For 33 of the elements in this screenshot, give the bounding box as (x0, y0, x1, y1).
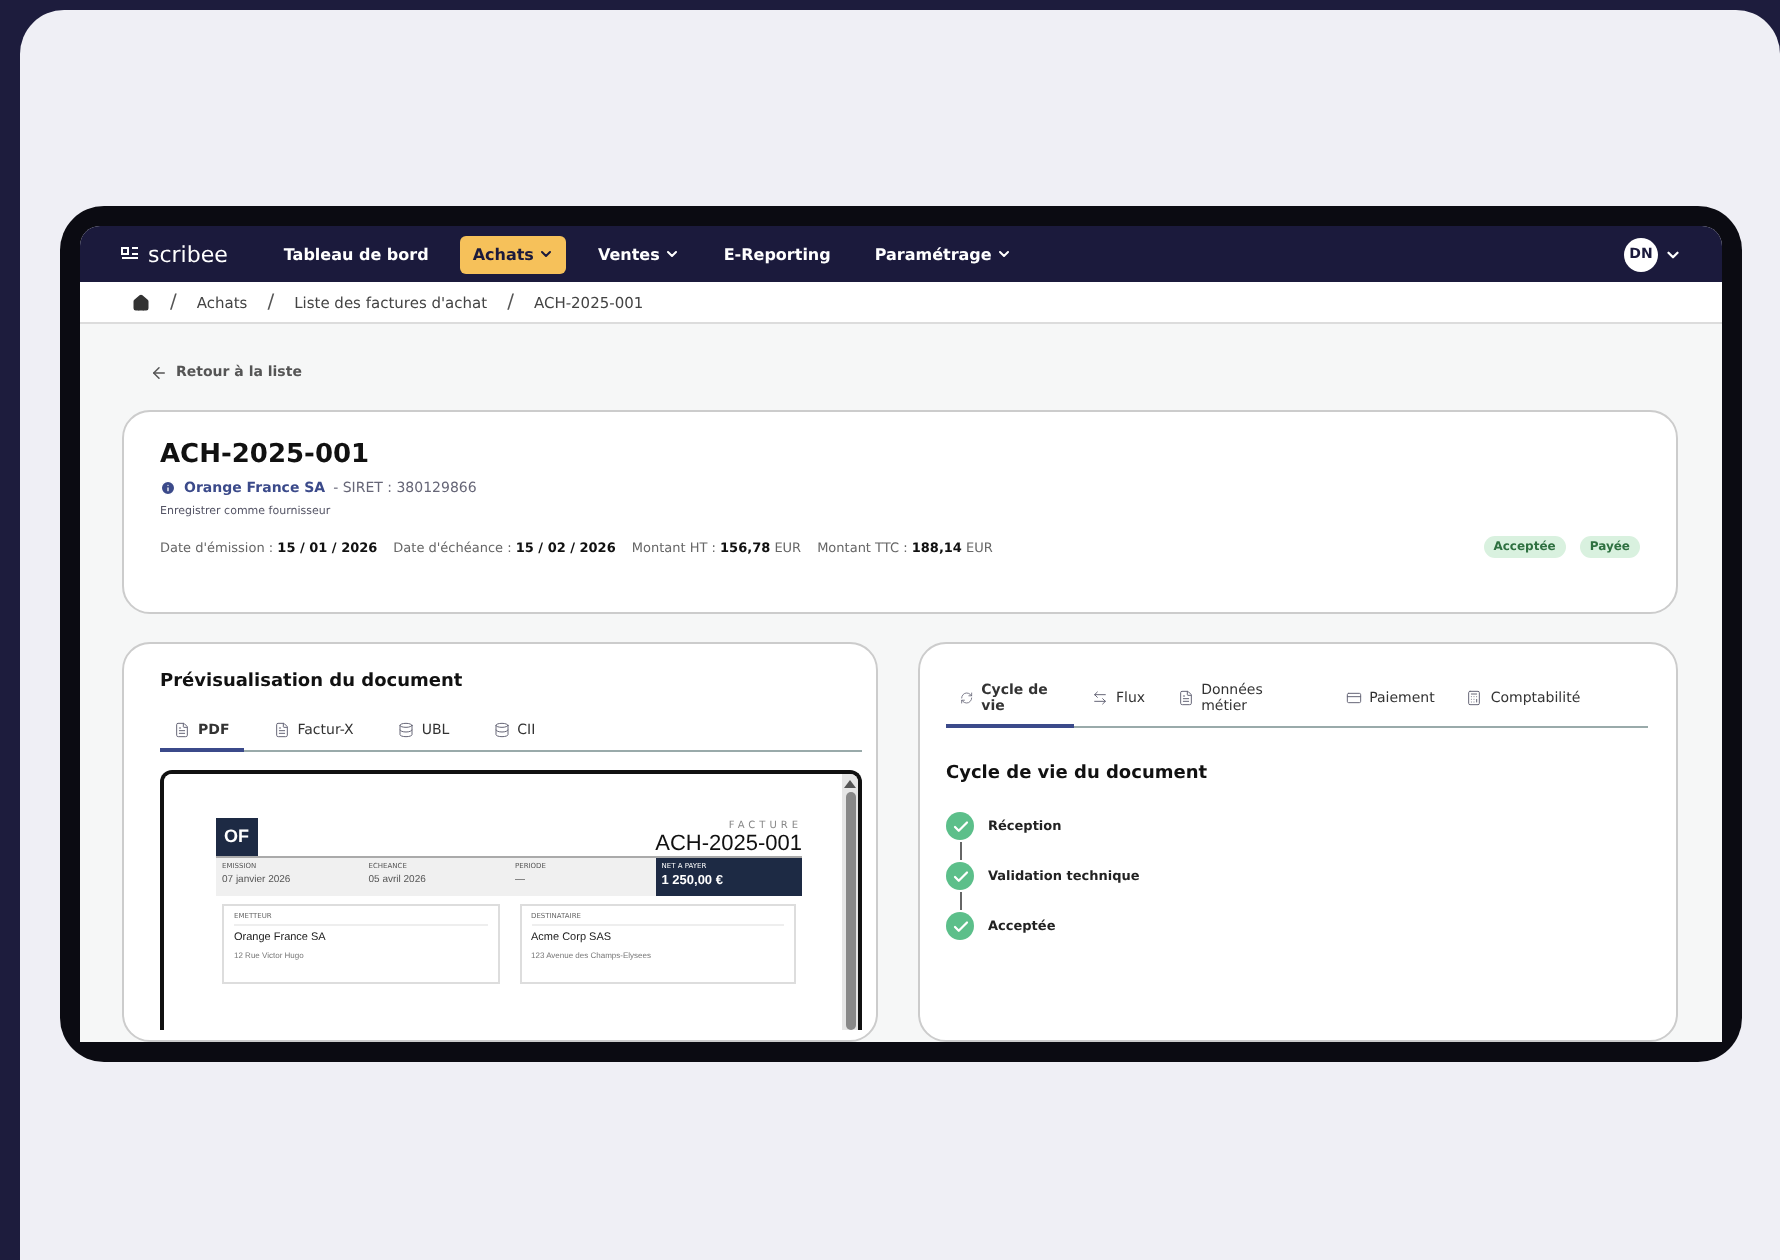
file-icon (174, 722, 190, 738)
file-icon (273, 722, 290, 738)
invoice-number: ACH-2025-001 (160, 440, 372, 470)
chevron-down-icon (537, 246, 554, 263)
home-icon[interactable] (132, 293, 150, 312)
logo-text: scribee (148, 241, 228, 268)
scrollbar[interactable] (842, 774, 858, 1030)
arrows-icon (1092, 690, 1108, 706)
database-icon (397, 722, 414, 738)
refresh-icon (960, 690, 974, 706)
logo-icon (120, 244, 140, 265)
nav-item[interactable]: E-Reporting (711, 235, 843, 274)
chevron-down-icon (663, 246, 680, 263)
info-icon (160, 480, 176, 496)
document-number: ACH-2025-001 (655, 832, 802, 856)
company-logo: OF (216, 818, 257, 856)
file-icon (1177, 690, 1194, 706)
lifecycle-title: Cycle de vie du document (946, 764, 1210, 784)
breadcrumb-separator: / (267, 291, 275, 314)
preview-title: Prévisualisation du document (160, 672, 465, 692)
card-icon (1345, 690, 1362, 706)
scroll-up-icon[interactable] (844, 780, 856, 788)
nav-item[interactable]: Achats (460, 235, 566, 274)
app-logo[interactable]: scribee (120, 241, 228, 268)
nav-item[interactable]: Paramétrage (862, 235, 1024, 274)
nav-item[interactable]: Tableau de bord (271, 235, 441, 274)
calculator-icon (1466, 690, 1483, 706)
arrow-left-icon (150, 363, 168, 381)
nav-item[interactable]: Ventes (585, 235, 692, 274)
breadcrumb-separator: / (507, 291, 514, 314)
database-icon (493, 722, 510, 738)
breadcrumb-separator: / (170, 291, 177, 314)
chevron-down-icon (995, 246, 1012, 263)
